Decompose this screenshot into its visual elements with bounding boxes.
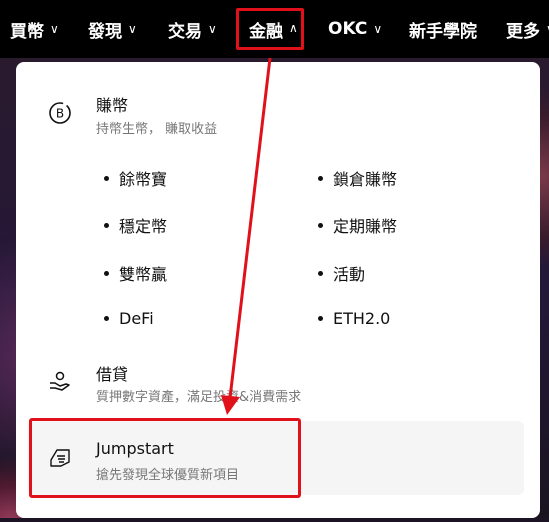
item-label: 活動 [333,265,366,284]
earn-title[interactable]: 賺幣 [96,92,128,116]
nav-label: 交易 [168,21,202,42]
item-label: 鎖倉賺幣 [333,170,398,189]
nav-item-trade[interactable]: 交易 ∨ [168,0,217,58]
item-label: 餘幣寶 [119,170,168,189]
bullet-icon [104,270,109,276]
nav-label: OKC [328,19,368,39]
item-label: 定期賺幣 [333,217,398,236]
jumpstart-highlight-box [29,418,301,498]
chevron-down-icon: ∨ [50,22,59,36]
nav-label: 發現 [88,21,122,42]
item-label: 雙幣贏 [119,265,168,284]
finance-highlight-box [236,8,304,50]
earn-item-events[interactable]: 活動 [318,261,365,285]
item-label: 穩定幣 [119,217,168,236]
bullet-icon [318,316,323,321]
loan-title[interactable]: 借貸 [96,361,128,385]
nav-item-discover[interactable]: 發現 ∨ [88,0,137,58]
bullet-icon [104,175,109,181]
hand-coin-icon [50,371,70,391]
nav-label: 更多 [506,21,540,42]
earn-item-dual-investment[interactable]: 雙幣贏 [104,261,167,285]
nav-item-okc[interactable]: OKC ∨ [328,0,382,58]
svg-text:B: B [56,107,64,121]
earn-subtitle: 持幣生幣， 賺取收益 [96,122,218,137]
bullet-icon [318,175,323,181]
bullet-icon [318,222,323,228]
chevron-down-icon: ∨ [373,22,383,36]
item-label: DeFi [119,309,154,328]
bullet-icon [104,316,109,321]
nav-item-academy[interactable]: 新手學院 [409,0,477,58]
item-label: ETH2.0 [333,309,391,328]
earn-item-stablecoin[interactable]: 穩定幣 [104,213,167,237]
chevron-down-icon: ∨ [128,22,137,36]
nav-item-more[interactable]: 更多∨ [506,0,549,58]
loan-subtitle: 質押數字資產，滿足投資&消費需求 [96,390,302,405]
chevron-down-icon: ∨ [208,22,217,36]
earn-item-fixed-term[interactable]: 定期賺幣 [318,213,397,237]
bullet-icon [318,270,323,276]
nav-label: 新手學院 [409,21,477,42]
nav-item-buy-crypto[interactable]: 買幣 ∨ [10,0,59,58]
bitcoin-coin-icon: B [49,102,71,124]
earn-item-eth2[interactable]: ETH2.0 [318,309,390,328]
nav-label: 買幣 [10,21,44,42]
earn-item-defi[interactable]: DeFi [104,309,154,328]
earn-item-savings[interactable]: 餘幣寶 [104,166,167,190]
earn-item-staking[interactable]: 鎖倉賺幣 [318,166,397,190]
bullet-icon [104,222,109,228]
